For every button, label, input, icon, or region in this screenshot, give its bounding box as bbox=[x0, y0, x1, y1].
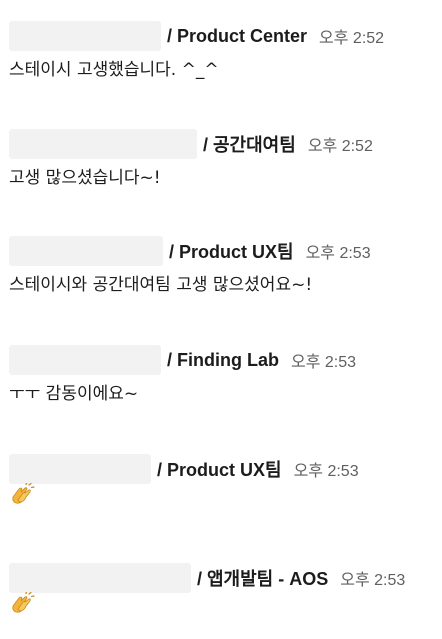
clapping-hands-icon[interactable] bbox=[9, 592, 35, 616]
sender-team[interactable]: / Product UX팀 bbox=[157, 456, 282, 482]
sender-team[interactable]: / Finding Lab bbox=[167, 350, 279, 371]
message-header: / Finding Lab 오후 2:53 bbox=[0, 344, 356, 376]
message-timestamp[interactable]: 오후 2:53 bbox=[294, 457, 359, 481]
sender-team[interactable]: / Product UX팀 bbox=[169, 238, 294, 264]
redacted-sender-name[interactable] bbox=[9, 345, 161, 375]
message-timestamp[interactable]: 오후 2:53 bbox=[340, 566, 405, 590]
message-header: / 앱개발팀 - AOS 오후 2:53 bbox=[0, 562, 405, 594]
message-text: 스테이시 고생했습니다. ^_^ bbox=[9, 60, 219, 80]
message-timestamp[interactable]: 오후 2:52 bbox=[308, 132, 373, 156]
message-header: / 공간대여팀 오후 2:52 bbox=[0, 128, 373, 160]
message-header: / Product UX팀 오후 2:53 bbox=[0, 453, 359, 485]
sender-team[interactable]: / 공간대여팀 bbox=[203, 131, 296, 157]
message-text: 고생 많으셨습니다~! bbox=[9, 168, 161, 188]
message-timestamp[interactable]: 오후 2:53 bbox=[291, 348, 356, 372]
redacted-sender-name[interactable] bbox=[9, 236, 163, 266]
message-header: / Product Center 오후 2:52 bbox=[0, 20, 384, 52]
clapping-hands-icon[interactable] bbox=[9, 483, 35, 507]
message-timestamp[interactable]: 오후 2:52 bbox=[319, 24, 384, 48]
sender-team[interactable]: / Product Center bbox=[167, 26, 307, 47]
redacted-sender-name[interactable] bbox=[9, 454, 151, 484]
redacted-sender-name[interactable] bbox=[9, 563, 191, 593]
sender-team[interactable]: / 앱개발팀 - AOS bbox=[197, 565, 328, 591]
message-text: 스테이시와 공간대여팀 고생 많으셨어요~! bbox=[9, 275, 313, 295]
redacted-sender-name[interactable] bbox=[9, 21, 161, 51]
message-timestamp[interactable]: 오후 2:53 bbox=[306, 239, 371, 263]
redacted-sender-name[interactable] bbox=[9, 129, 197, 159]
message-text: ㅜㅜ 감동이에요~ bbox=[9, 384, 139, 404]
message-header: / Product UX팀 오후 2:53 bbox=[0, 235, 371, 267]
